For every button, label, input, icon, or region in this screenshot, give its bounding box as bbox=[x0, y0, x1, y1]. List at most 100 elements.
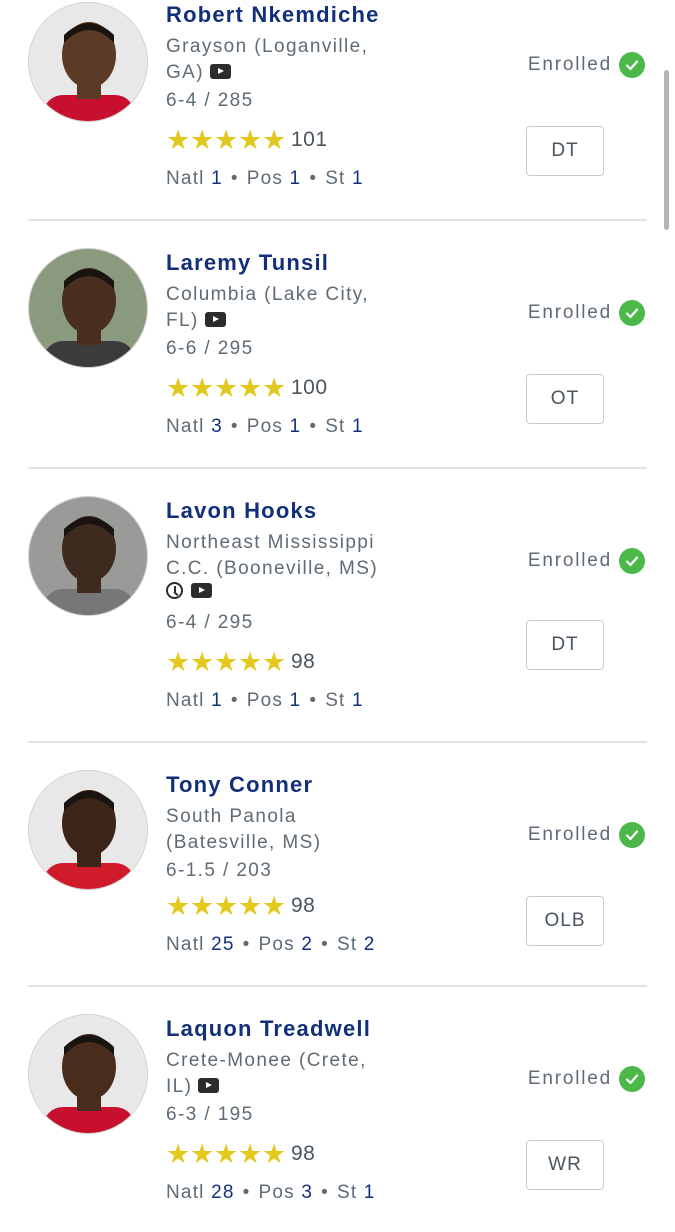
star-icon: ★ bbox=[238, 647, 263, 677]
rank-label-natl: Natl bbox=[166, 690, 205, 711]
school-line-1: Columbia (Lake City, bbox=[166, 284, 369, 305]
star-icon: ★ bbox=[190, 647, 215, 677]
position-button[interactable]: DT bbox=[526, 620, 604, 670]
school-line-2: GA) bbox=[166, 62, 204, 83]
height-weight: 6-4 / 285 bbox=[166, 90, 254, 111]
check-circle-icon bbox=[619, 1066, 645, 1092]
school-location: South Panola (Batesville, MS) bbox=[166, 804, 406, 856]
player-avatar[interactable] bbox=[28, 770, 148, 890]
rank-value-natl[interactable]: 25 bbox=[211, 934, 235, 955]
star-icon: ★ bbox=[190, 125, 215, 155]
star-icon: ★ bbox=[262, 1139, 287, 1169]
rankings: Natl 3 • Pos 1 • St 1 bbox=[166, 416, 364, 438]
star-icon: ★ bbox=[214, 373, 239, 403]
position-button[interactable]: WR bbox=[526, 1140, 604, 1190]
rank-label-st: St bbox=[325, 416, 346, 437]
position-button[interactable]: OT bbox=[526, 374, 604, 424]
star-icon: ★ bbox=[238, 1139, 263, 1169]
player-name[interactable]: Laremy Tunsil bbox=[166, 250, 329, 276]
recruit-row[interactable]: Lavon Hooks Northeast Mississippi C.C. (Bo… bbox=[0, 468, 675, 742]
star-icon: ★ bbox=[166, 125, 191, 155]
star-icon: ★ bbox=[214, 891, 239, 921]
status-label: Enrolled bbox=[527, 54, 612, 75]
player-avatar[interactable] bbox=[28, 2, 148, 122]
rating-score: 98 bbox=[291, 1142, 316, 1165]
video-icon[interactable] bbox=[198, 1078, 220, 1093]
enrollment-status: Enrolled bbox=[528, 300, 645, 326]
status-label: Enrolled bbox=[527, 824, 612, 845]
player-avatar[interactable] bbox=[28, 1014, 148, 1134]
player-avatar[interactable] bbox=[28, 248, 148, 368]
rank-value-natl[interactable]: 1 bbox=[211, 168, 223, 189]
video-icon[interactable] bbox=[209, 64, 231, 79]
player-avatar[interactable] bbox=[28, 496, 148, 616]
rank-label-natl: Natl bbox=[166, 934, 205, 955]
star-icon: ★ bbox=[190, 373, 215, 403]
position-button[interactable]: DT bbox=[526, 126, 604, 176]
enrollment-status: Enrolled bbox=[528, 1066, 645, 1092]
school-line-2: IL) bbox=[166, 1076, 193, 1097]
rank-value-pos[interactable]: 2 bbox=[301, 934, 313, 955]
star-icon: ★ bbox=[238, 373, 263, 403]
rating-score: 100 bbox=[291, 376, 328, 399]
school-line-2: (Batesville, MS) bbox=[166, 832, 322, 853]
star-icon: ★ bbox=[238, 125, 263, 155]
school-line-1: South Panola bbox=[166, 806, 297, 827]
rating-score: 101 bbox=[291, 128, 328, 151]
separator-dot: • bbox=[230, 416, 239, 437]
status-label: Enrolled bbox=[527, 1068, 612, 1089]
video-icon[interactable] bbox=[204, 312, 226, 327]
rank-value-st[interactable]: 1 bbox=[352, 416, 364, 437]
rank-label-st: St bbox=[325, 168, 346, 189]
player-name[interactable]: Tony Conner bbox=[166, 772, 313, 798]
player-name[interactable]: Laquon Treadwell bbox=[166, 1016, 371, 1042]
rating-score: 98 bbox=[291, 894, 316, 917]
enrollment-status: Enrolled bbox=[528, 52, 645, 78]
separator-dot: • bbox=[230, 690, 239, 711]
school-location: Northeast Mississippi C.C. (Booneville, M… bbox=[166, 530, 406, 582]
player-name[interactable]: Lavon Hooks bbox=[166, 498, 317, 524]
school-location: Grayson (Loganville, GA) bbox=[166, 34, 406, 86]
rank-value-natl[interactable]: 1 bbox=[211, 690, 223, 711]
rank-label-natl: Natl bbox=[166, 416, 205, 437]
star-rating: ★ ★ ★ ★ ★ 100 bbox=[166, 373, 328, 403]
scrollbar[interactable] bbox=[664, 70, 669, 230]
rank-value-st[interactable]: 2 bbox=[364, 934, 376, 955]
player-name[interactable]: Robert Nkemdiche bbox=[166, 2, 380, 28]
enrollment-status: Enrolled bbox=[528, 548, 645, 574]
position-button[interactable]: OLB bbox=[526, 896, 604, 946]
video-icon[interactable] bbox=[191, 583, 212, 599]
star-rating: ★ ★ ★ ★ ★ 98 bbox=[166, 891, 316, 921]
rankings: Natl 1 • Pos 1 • St 1 bbox=[166, 168, 364, 190]
school-line-2: FL) bbox=[166, 310, 199, 331]
recruit-row[interactable]: Laquon Treadwell Crete-Monee (Crete, IL) 6-… bbox=[0, 986, 675, 1232]
recruit-row[interactable]: Laremy Tunsil Columbia (Lake City, FL) 6-6 … bbox=[0, 220, 675, 466]
rank-value-pos[interactable]: 1 bbox=[290, 416, 302, 437]
school-line-1: Crete-Monee (Crete, bbox=[166, 1050, 367, 1071]
rank-label-pos: Pos bbox=[246, 416, 284, 437]
school-line-2: C.C. (Booneville, MS) bbox=[166, 558, 379, 579]
rank-value-natl[interactable]: 3 bbox=[211, 416, 223, 437]
separator-dot: • bbox=[309, 168, 318, 189]
check-circle-icon bbox=[619, 300, 645, 326]
star-icon: ★ bbox=[262, 647, 287, 677]
rank-value-st[interactable]: 1 bbox=[352, 168, 364, 189]
rank-value-pos[interactable]: 1 bbox=[290, 690, 302, 711]
separator-dot: • bbox=[242, 934, 251, 955]
rank-value-st[interactable]: 1 bbox=[352, 690, 364, 711]
separator-dot: • bbox=[230, 168, 239, 189]
check-circle-icon bbox=[619, 52, 645, 78]
check-circle-icon bbox=[619, 822, 645, 848]
status-label: Enrolled bbox=[527, 550, 612, 571]
star-rating: ★ ★ ★ ★ ★ 101 bbox=[166, 125, 328, 155]
recruit-row[interactable]: Tony Conner South Panola (Batesville, MS) 6… bbox=[0, 742, 675, 988]
recruit-row[interactable]: Robert Nkemdiche Grayson (Loganville, GA) 6… bbox=[0, 0, 675, 218]
rank-label-pos: Pos bbox=[258, 934, 295, 955]
height-weight: 6-6 / 295 bbox=[166, 338, 254, 359]
media-icons bbox=[166, 582, 212, 606]
star-icon: ★ bbox=[166, 891, 191, 921]
star-icon: ★ bbox=[262, 373, 287, 403]
rank-value-pos[interactable]: 1 bbox=[290, 168, 302, 189]
star-icon: ★ bbox=[262, 125, 287, 155]
star-icon: ★ bbox=[238, 891, 263, 921]
